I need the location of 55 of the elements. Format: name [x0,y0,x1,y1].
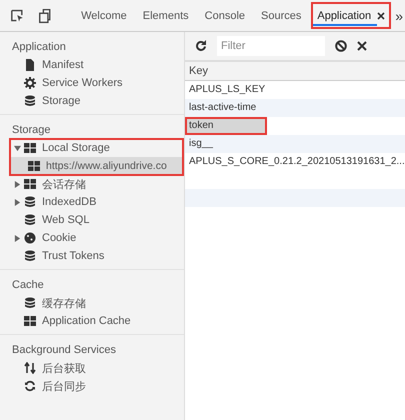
section-title: Application [11,40,67,55]
gear-icon [24,77,36,89]
grid-icon [28,160,40,172]
grid-icon [24,315,36,327]
filter-field[interactable]: Filter [217,36,325,56]
database-icon [24,250,36,262]
sidebar-item[interactable]: Web SQL [0,211,184,229]
cookie-icon [24,232,36,244]
sidebar-item[interactable]: Storage [0,92,184,110]
tab[interactable]: Welcome [73,0,135,31]
file-icon [24,59,36,71]
database-icon [24,196,36,208]
sidebar-item[interactable]: Application Cache [0,312,184,330]
refresh-icon[interactable] [195,40,207,52]
sidebar-item[interactable]: 后台同步 [0,377,184,395]
table-row[interactable]: isg__ [185,135,405,153]
delete-icon[interactable] [357,41,367,51]
table-row[interactable]: last-active-time [185,99,405,117]
more-tabs-button[interactable]: » [393,8,405,24]
tab[interactable]: Elements [134,0,197,31]
section-title: Background Services [11,343,117,358]
sidebar-item[interactable]: 缓存存储 [0,294,184,312]
close-icon[interactable] [377,12,386,20]
grid-icon [24,142,36,154]
section-title: Cache [11,278,45,293]
sidebar-item[interactable]: Trust Tokens [0,247,184,265]
column-header[interactable]: Key [185,62,405,81]
sidebar-item[interactable]: Service Workers [0,74,184,92]
sidebar-item[interactable]: Manifest [0,56,184,74]
grid-icon [24,178,36,190]
inspect-icon[interactable] [10,8,25,24]
database-icon [24,214,36,226]
arrows-icon [24,362,36,374]
database-icon [24,95,36,107]
table-row[interactable]: APLUS_LS_KEY [185,81,405,99]
sidebar-item[interactable]: 会话存储 [0,175,184,193]
expand-arrow-icon[interactable] [14,144,21,152]
table-row[interactable]: APLUS_S_CORE_0.21.2_20210513191631_2... [185,153,405,171]
tab[interactable]: Sources [253,0,310,31]
expand-arrow-icon[interactable] [14,234,21,242]
sidebar-item[interactable]: IndexedDB [0,193,184,211]
database-icon [24,297,36,309]
sidebar-item[interactable]: Local Storage [10,139,183,157]
tab[interactable]: Application [309,0,394,31]
expand-arrow-icon[interactable] [14,198,21,206]
sidebar-item[interactable]: 后台获取 [0,359,184,377]
tab[interactable]: Console [196,0,253,31]
device-icon[interactable] [36,8,52,24]
clear-icon[interactable] [335,40,347,52]
table-row[interactable]: token [185,117,267,135]
sidebar-item[interactable]: Cookie [0,229,184,247]
section-title: Storage [11,123,52,138]
sync-icon [24,380,36,392]
expand-arrow-icon[interactable] [14,180,21,188]
sidebar-item[interactable]: https://www.aliyundrive.co [10,157,183,175]
